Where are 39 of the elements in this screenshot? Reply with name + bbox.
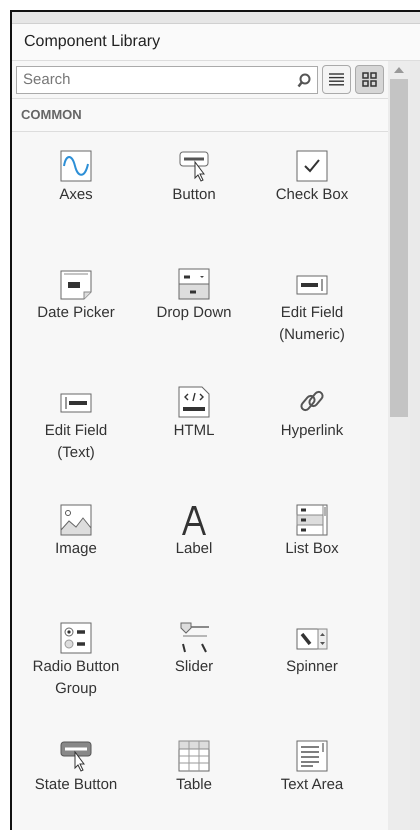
component-label[interactable]: Edit Field (Numeric) xyxy=(279,302,345,346)
list-view-icon xyxy=(329,73,344,86)
component-label[interactable]: Spinner xyxy=(286,656,338,678)
component-label[interactable]: Text Area xyxy=(280,774,344,796)
component-label[interactable]: Slider xyxy=(174,656,214,678)
component-label[interactable]: HTML xyxy=(174,420,214,442)
dropdown-icon[interactable] xyxy=(178,268,210,300)
component-label[interactable]: State Button xyxy=(34,774,118,796)
scrollbar-thumb[interactable] xyxy=(390,79,408,417)
section-header: COMMON xyxy=(12,98,388,132)
component-label[interactable]: Axes xyxy=(59,184,93,206)
code-file-icon[interactable] xyxy=(178,386,210,418)
table-icon[interactable] xyxy=(178,740,210,772)
radio-group-icon[interactable] xyxy=(60,622,92,654)
list-view-button[interactable] xyxy=(322,65,351,94)
component-label[interactable]: Image xyxy=(55,538,97,560)
axes-plot-icon[interactable] xyxy=(60,150,92,182)
calendar-icon[interactable] xyxy=(60,268,92,300)
component-label[interactable]: Radio Button Group xyxy=(32,656,120,700)
grid-view-button[interactable] xyxy=(355,65,384,94)
image-icon[interactable] xyxy=(60,504,92,536)
state-button-icon[interactable] xyxy=(60,740,92,772)
push-button-icon[interactable] xyxy=(178,150,210,182)
component-label[interactable]: Date Picker xyxy=(37,302,115,324)
slider-icon[interactable] xyxy=(178,622,210,654)
component-label[interactable]: List Box xyxy=(285,538,339,560)
text-area-icon[interactable] xyxy=(296,740,328,772)
list-box-icon[interactable] xyxy=(296,504,328,536)
component-label[interactable]: Table xyxy=(176,774,212,796)
component-label[interactable]: Check Box xyxy=(276,184,348,206)
component-label[interactable]: Drop Down xyxy=(156,302,232,324)
grid-view-icon xyxy=(362,72,377,87)
component-label[interactable]: Label xyxy=(176,538,212,560)
component-label[interactable]: Hyperlink xyxy=(280,420,344,442)
component-label[interactable]: Button xyxy=(172,184,216,206)
search-field[interactable]: Search xyxy=(16,66,318,94)
component-label[interactable]: Edit Field (Text) xyxy=(44,420,108,464)
checkbox-icon[interactable] xyxy=(296,150,328,182)
search-icon xyxy=(297,72,311,88)
